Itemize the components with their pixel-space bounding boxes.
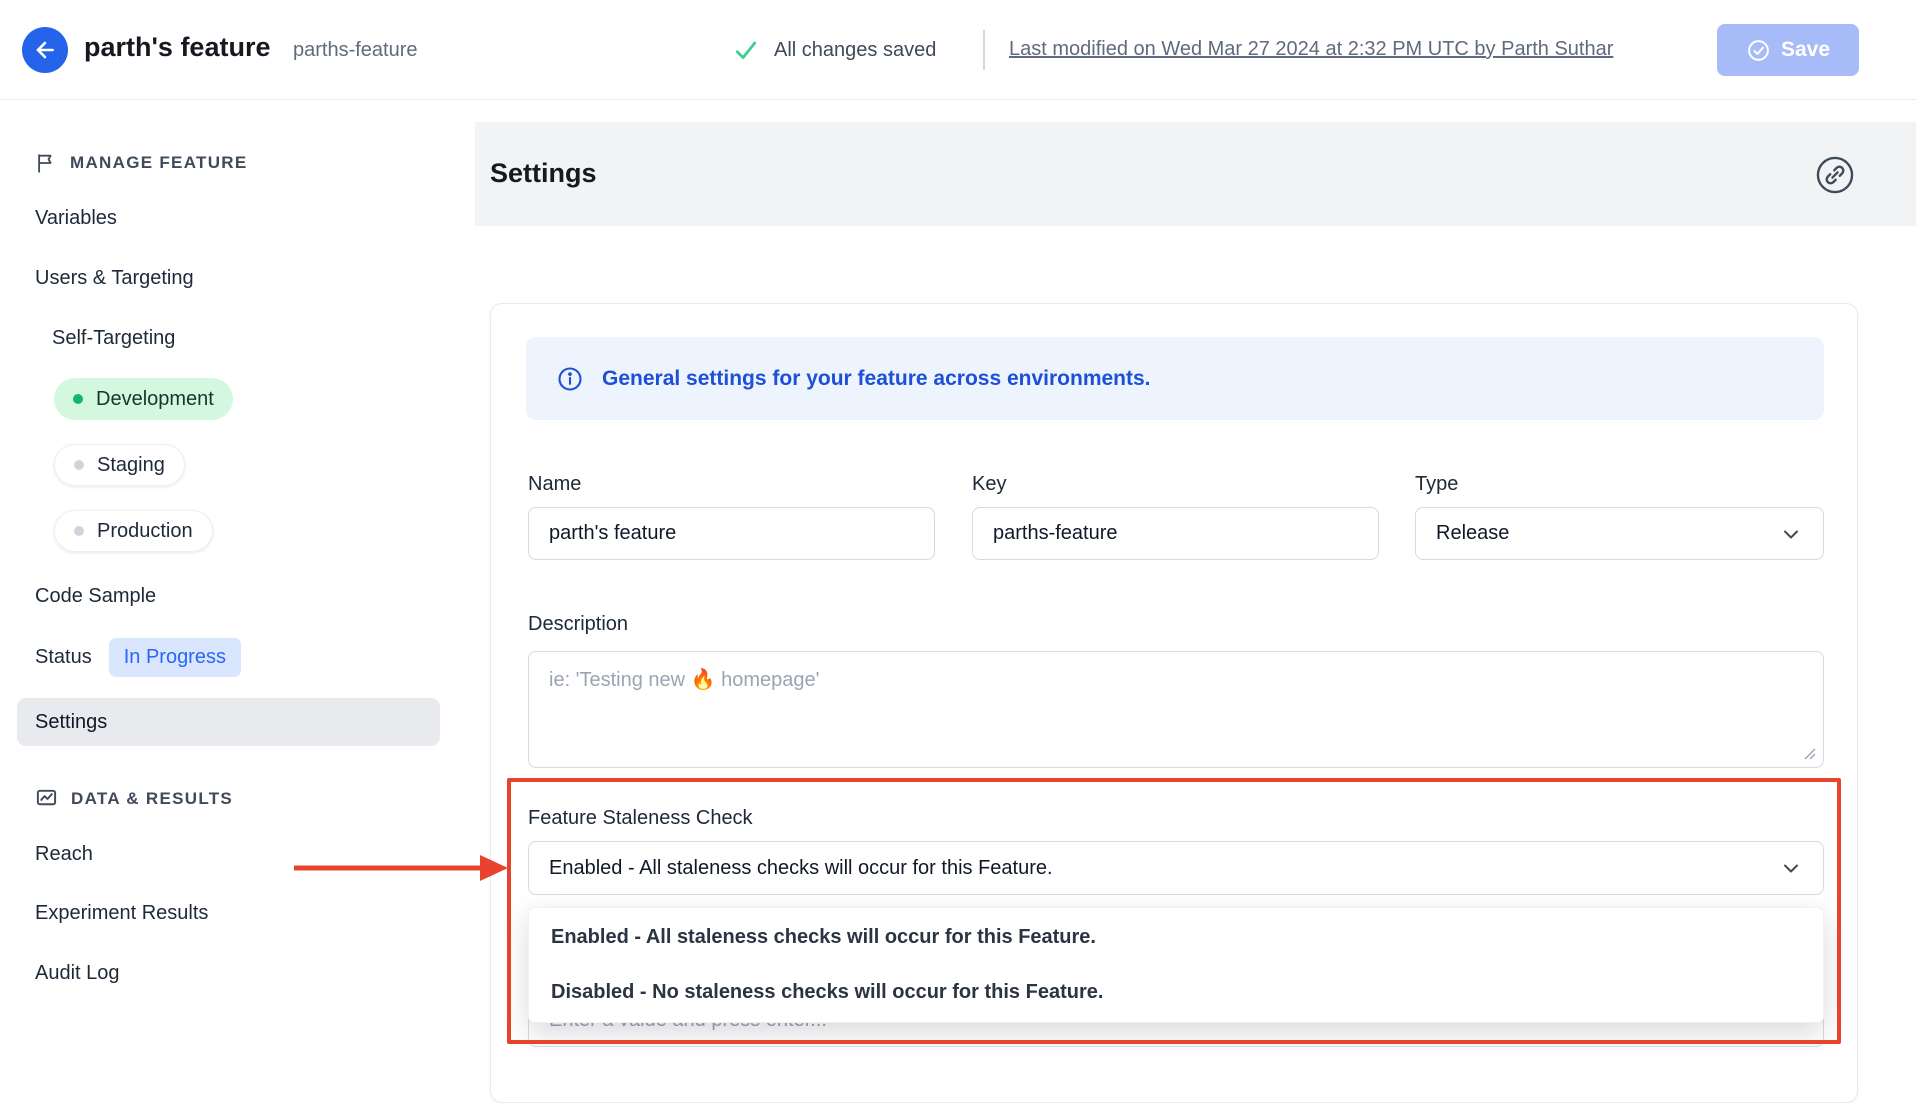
- env-label: Staging: [97, 454, 165, 477]
- env-dot-gray: [74, 460, 84, 470]
- chevron-down-icon: [1779, 522, 1803, 546]
- sidebar-item-variables[interactable]: Variables: [35, 205, 117, 231]
- check-circle-icon: [1746, 38, 1771, 63]
- chart-icon: [35, 787, 58, 810]
- flag-icon: [35, 152, 57, 174]
- sidebar-item-self-targeting[interactable]: Self-Targeting: [52, 325, 175, 351]
- last-modified-link[interactable]: Last modified on Wed Mar 27 2024 at 2:32…: [1009, 38, 1613, 61]
- settings-header-bar: [475, 122, 1916, 226]
- feature-key: parths-feature: [293, 39, 418, 62]
- settings-label: Settings: [35, 711, 107, 734]
- sidebar-item-settings[interactable]: Settings: [17, 698, 440, 746]
- data-results-section-header: DATA & RESULTS: [35, 787, 233, 810]
- name-input[interactable]: [528, 507, 935, 560]
- description-textarea[interactable]: [528, 651, 1824, 768]
- copy-link-icon[interactable]: [1812, 152, 1858, 198]
- staleness-label: Feature Staleness Check: [528, 807, 753, 830]
- key-input[interactable]: [972, 507, 1379, 560]
- type-select-value: Release: [1436, 522, 1509, 545]
- sidebar-item-code-sample[interactable]: Code Sample: [35, 583, 156, 609]
- back-button[interactable]: [22, 27, 68, 73]
- staleness-select-value: Enabled - All staleness checks will occu…: [549, 857, 1053, 880]
- page-title: Settings: [490, 158, 597, 189]
- save-button[interactable]: Save: [1717, 24, 1859, 76]
- sidebar: MANAGE FEATURE Variables Users & Targeti…: [0, 100, 475, 1070]
- save-button-label: Save: [1781, 38, 1830, 62]
- key-label: Key: [972, 473, 1006, 496]
- sidebar-item-reach[interactable]: Reach: [35, 841, 93, 867]
- saved-status-group: All changes saved: [732, 36, 936, 64]
- env-dot-gray: [74, 526, 84, 536]
- info-banner-text: General settings for your feature across…: [602, 367, 1151, 391]
- env-pill-development[interactable]: Development: [54, 378, 233, 420]
- env-label: Production: [97, 520, 193, 543]
- sidebar-item-status[interactable]: Status In Progress: [35, 638, 241, 677]
- saved-status-text: All changes saved: [774, 39, 936, 62]
- sidebar-item-experiment-results[interactable]: Experiment Results: [35, 900, 208, 926]
- arrow-left-icon: [32, 37, 58, 63]
- type-label: Type: [1415, 473, 1458, 496]
- sidebar-item-users-targeting[interactable]: Users & Targeting: [35, 265, 194, 291]
- env-pill-production[interactable]: Production: [54, 510, 213, 552]
- data-results-label: DATA & RESULTS: [71, 789, 233, 809]
- status-label: Status: [35, 646, 92, 669]
- staleness-select[interactable]: Enabled - All staleness checks will occu…: [528, 841, 1824, 895]
- settings-card: General settings for your feature across…: [490, 303, 1858, 1103]
- name-label: Name: [528, 473, 581, 496]
- staleness-dropdown-menu: Enabled - All staleness checks will occu…: [528, 907, 1824, 1023]
- type-select[interactable]: Release: [1415, 507, 1824, 560]
- info-banner: General settings for your feature across…: [526, 337, 1824, 420]
- feature-title: parth's feature: [84, 32, 270, 63]
- manage-feature-label: MANAGE FEATURE: [70, 153, 248, 173]
- manage-feature-section-header: MANAGE FEATURE: [35, 152, 248, 174]
- description-label: Description: [528, 613, 628, 636]
- sidebar-item-audit-log[interactable]: Audit Log: [35, 960, 120, 986]
- status-badge: In Progress: [109, 638, 241, 677]
- header-divider: [983, 30, 985, 70]
- top-header: parth's feature parths-feature All chang…: [0, 0, 1916, 100]
- staleness-option-disabled[interactable]: Disabled - No staleness checks will occu…: [529, 965, 1823, 1020]
- env-label: Development: [96, 388, 214, 411]
- check-icon: [732, 36, 760, 64]
- info-icon: [556, 365, 584, 393]
- chevron-down-icon: [1779, 856, 1803, 880]
- env-pill-staging[interactable]: Staging: [54, 444, 185, 486]
- env-dot-green: [73, 394, 83, 404]
- staleness-option-enabled[interactable]: Enabled - All staleness checks will occu…: [529, 910, 1823, 965]
